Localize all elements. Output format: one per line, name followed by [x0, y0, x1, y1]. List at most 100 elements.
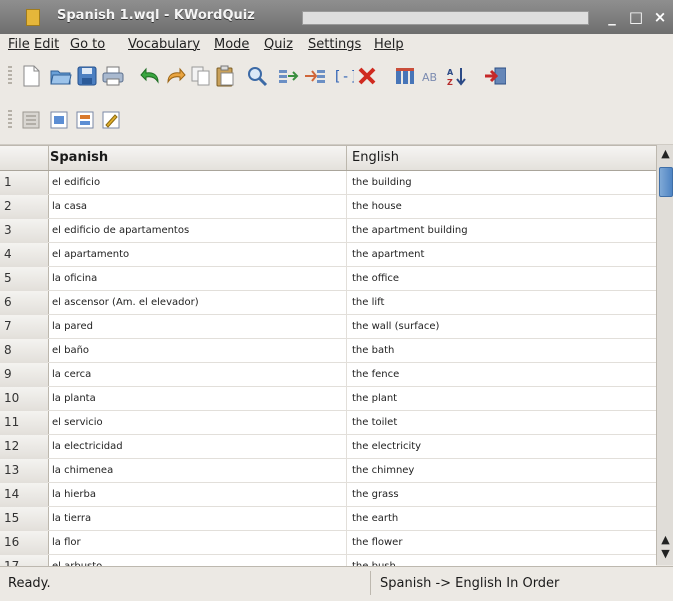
flashcard-icon[interactable] [48, 109, 70, 131]
cell-english[interactable]: the bush [352, 555, 396, 566]
row-number[interactable]: 11 [0, 411, 49, 434]
toolbar-handle[interactable] [8, 66, 12, 86]
cell-spanish[interactable]: la electricidad [52, 435, 123, 458]
cell-english[interactable]: the apartment [352, 243, 424, 266]
menu-vocabulary[interactable]: Vocabulary [128, 37, 200, 52]
table-row[interactable]: 15 la tierra the earth [0, 507, 656, 531]
minimize-button[interactable]: _ [604, 9, 620, 25]
row-number[interactable]: 5 [0, 267, 49, 290]
print-icon[interactable] [102, 65, 124, 87]
menu-settings[interactable]: Settings [308, 37, 361, 52]
row-number[interactable]: 16 [0, 531, 49, 554]
copy-icon[interactable] [190, 65, 212, 87]
cell-english[interactable]: the flower [352, 531, 402, 554]
row-number[interactable]: 14 [0, 483, 49, 506]
cell-spanish[interactable]: la cerca [52, 363, 91, 386]
cell-english[interactable]: the house [352, 195, 402, 218]
column-header-english[interactable]: English [352, 150, 399, 165]
cell-english[interactable]: the building [352, 171, 412, 194]
menu-file[interactable]: File [8, 37, 30, 52]
editor-mode-icon[interactable] [20, 109, 42, 131]
cell-english[interactable]: the toilet [352, 411, 397, 434]
cell-english[interactable]: the plant [352, 387, 397, 410]
cell-english[interactable]: the apartment building [352, 219, 468, 242]
question-answer-icon[interactable] [100, 109, 122, 131]
cell-spanish[interactable]: la hierba [52, 483, 96, 506]
menu-quiz[interactable]: Quiz [264, 37, 293, 52]
cell-spanish[interactable]: el apartamento [52, 243, 129, 266]
row-number[interactable]: 8 [0, 339, 49, 362]
table-row[interactable]: 8 el baño the bath [0, 339, 656, 363]
cell-spanish[interactable]: la casa [52, 195, 87, 218]
table-row[interactable]: 5 la oficina the office [0, 267, 656, 291]
open-folder-icon[interactable] [50, 65, 72, 87]
cell-spanish[interactable]: la oficina [52, 267, 97, 290]
row-number[interactable]: 17 [0, 555, 49, 566]
cell-spanish[interactable]: el ascensor (Am. el elevador) [52, 291, 199, 314]
redo-icon[interactable] [164, 65, 186, 87]
cell-english[interactable]: the fence [352, 363, 399, 386]
mark-blank-icon[interactable]: [-] [332, 65, 354, 87]
row-number[interactable]: 3 [0, 219, 49, 242]
row-number[interactable]: 9 [0, 363, 49, 386]
cell-english[interactable]: the wall (surface) [352, 315, 439, 338]
row-number[interactable]: 12 [0, 435, 49, 458]
cell-spanish[interactable]: la tierra [52, 507, 91, 530]
cell-english[interactable]: the lift [352, 291, 384, 314]
rich-text-icon[interactable]: AB [420, 65, 442, 87]
table-row[interactable]: 3 el edificio de apartamentos the apartmen… [0, 219, 656, 243]
table-row[interactable]: 1 el edificio the building [0, 171, 656, 195]
title-bar[interactable]: Spanish 1.wql - KWordQuiz _ □ × [0, 0, 673, 35]
table-row[interactable]: 2 la casa the house [0, 195, 656, 219]
cell-spanish[interactable]: la planta [52, 387, 96, 410]
table-row[interactable]: 10 la planta the plant [0, 387, 656, 411]
unmark-blank-icon[interactable] [356, 65, 378, 87]
column-divider[interactable] [346, 146, 347, 170]
scrollbar-thumb[interactable] [659, 167, 673, 197]
columns-icon[interactable] [394, 65, 416, 87]
cell-spanish[interactable]: el edificio [52, 171, 100, 194]
table-row[interactable]: 13 la chimenea the chimney [0, 459, 656, 483]
scroll-up-arrow-icon[interactable]: ▲ [659, 147, 672, 161]
toolbar-handle-2[interactable] [8, 110, 12, 130]
cell-english[interactable]: the earth [352, 507, 398, 530]
maximize-button[interactable]: □ [628, 9, 644, 25]
save-icon[interactable] [76, 65, 98, 87]
cell-spanish[interactable]: el servicio [52, 411, 103, 434]
cell-english[interactable]: the grass [352, 483, 399, 506]
exit-icon[interactable] [484, 65, 506, 87]
cell-spanish[interactable]: la flor [52, 531, 81, 554]
row-number[interactable]: 6 [0, 291, 49, 314]
cell-english[interactable]: the chimney [352, 459, 414, 482]
undo-icon[interactable] [140, 65, 162, 87]
cell-spanish[interactable]: la pared [52, 315, 93, 338]
table-row[interactable]: 17el arbusto the bush [0, 555, 656, 566]
row-number[interactable]: 15 [0, 507, 49, 530]
vertical-scrollbar[interactable]: ▲ ▲ ▼ [656, 145, 673, 565]
table-row[interactable]: 16 la flor the flower [0, 531, 656, 555]
delete-row-icon[interactable] [304, 65, 326, 87]
insert-row-icon[interactable] [278, 65, 300, 87]
cell-spanish[interactable]: la chimenea [52, 459, 113, 482]
cell-english[interactable]: the office [352, 267, 399, 290]
table-row[interactable]: 4 el apartamento the apartment [0, 243, 656, 267]
search-icon[interactable] [246, 65, 268, 87]
table-row[interactable]: 6 el ascensor (Am. el elevador) the lift [0, 291, 656, 315]
row-number[interactable]: 4 [0, 243, 49, 266]
menu-mode[interactable]: Mode [214, 37, 249, 52]
row-number[interactable]: 1 [0, 171, 49, 194]
row-number[interactable]: 7 [0, 315, 49, 338]
table-row[interactable]: 12 la electricidad the electricity [0, 435, 656, 459]
menu-go-to[interactable]: Go to [70, 37, 105, 52]
cell-english[interactable]: the bath [352, 339, 394, 362]
multiple-choice-icon[interactable] [74, 109, 96, 131]
row-number[interactable]: 13 [0, 459, 49, 482]
menu-help[interactable]: Help [374, 37, 404, 52]
table-row[interactable]: 9 la cerca the fence [0, 363, 656, 387]
scroll-down-arrow-icon[interactable]: ▼ [659, 547, 672, 561]
cell-spanish[interactable]: el arbusto [52, 555, 102, 566]
scroll-up-arrow-icon-bottom[interactable]: ▲ [659, 533, 672, 547]
close-button[interactable]: × [652, 9, 668, 25]
table-row[interactable]: 11 el servicio the toilet [0, 411, 656, 435]
table-row[interactable]: 7 la pared the wall (surface) [0, 315, 656, 339]
